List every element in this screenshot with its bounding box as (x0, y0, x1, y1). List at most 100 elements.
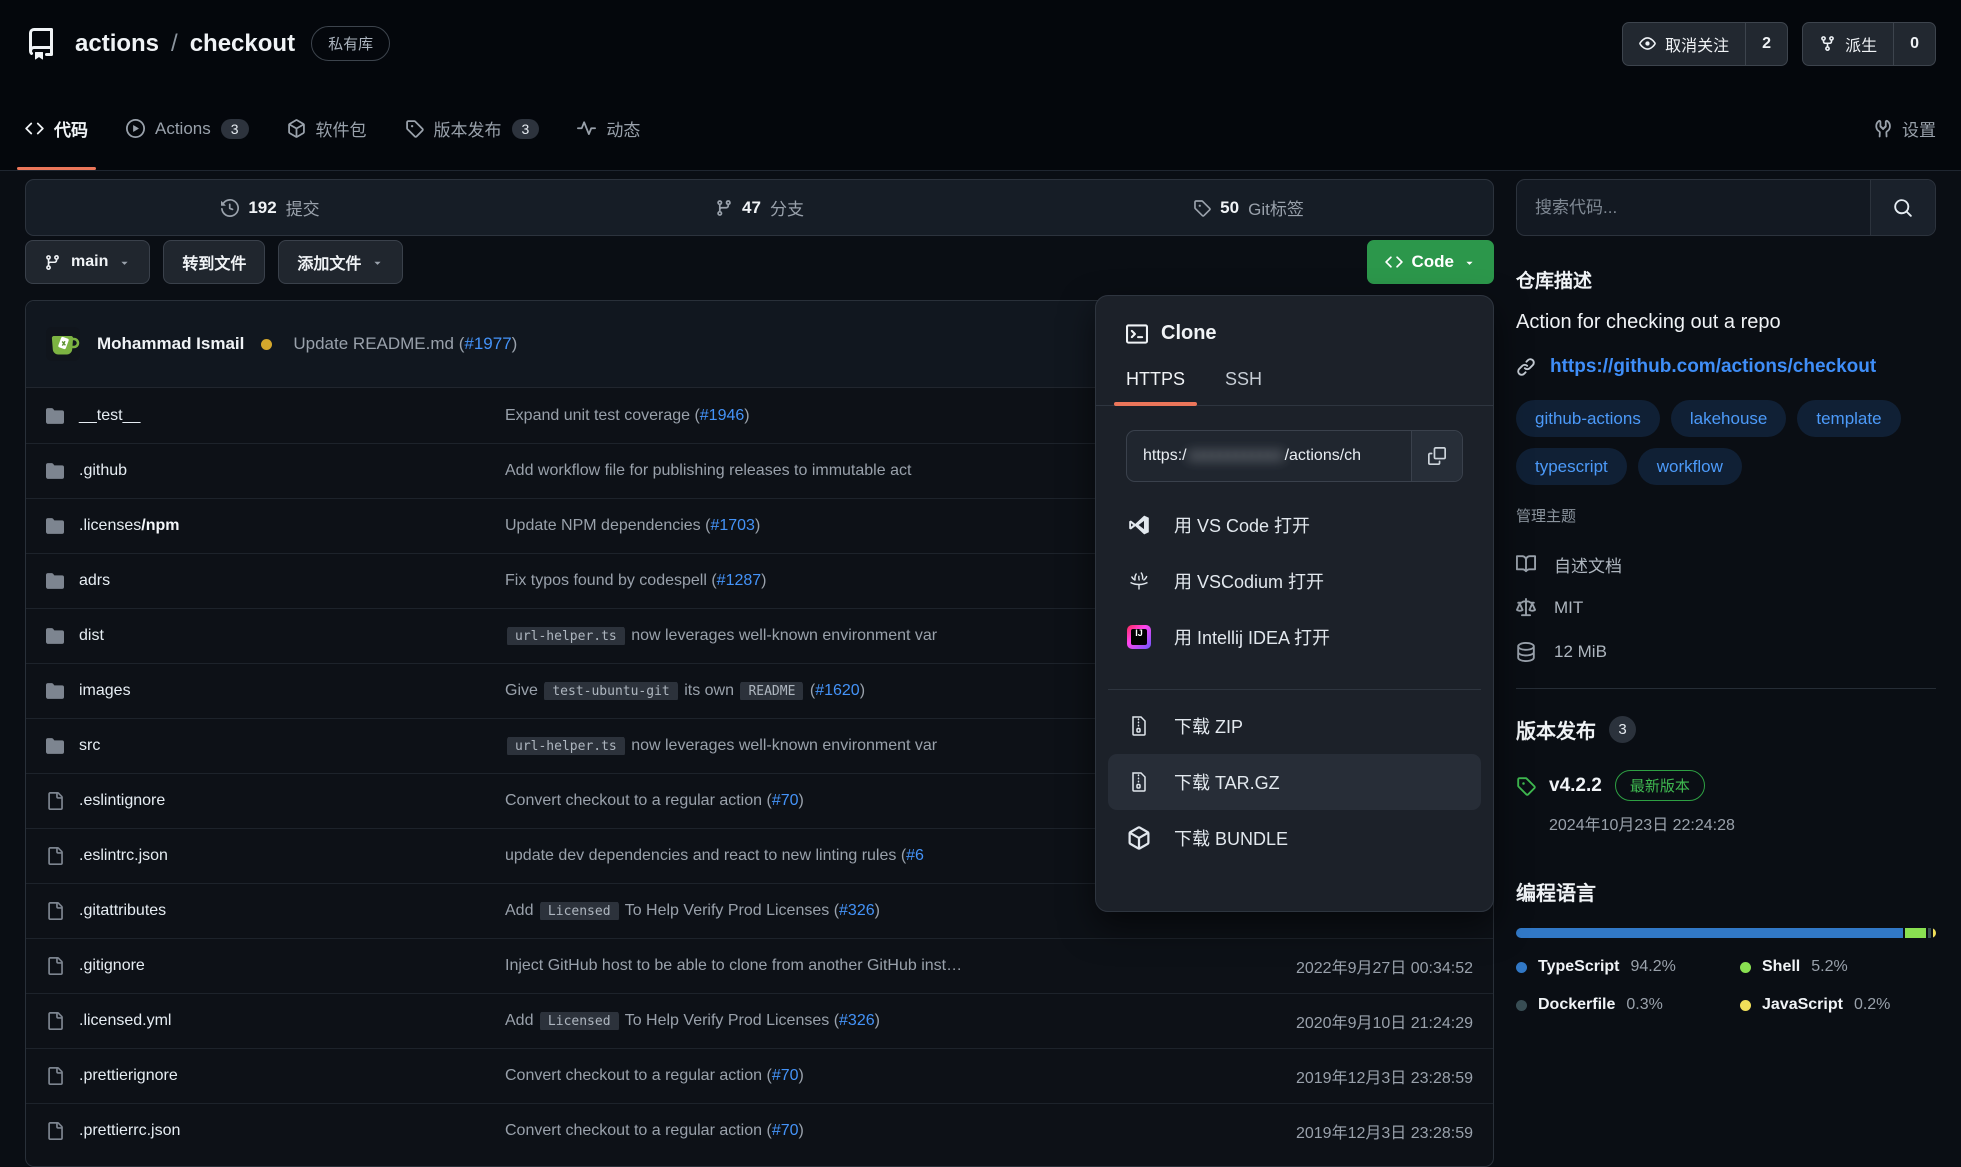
tab-settings[interactable]: 设置 (1873, 87, 1936, 170)
readme-label: 自述文档 (1554, 552, 1622, 577)
file-name-cell[interactable]: .licenses/npm (46, 517, 505, 535)
file-name-link[interactable]: .gitignore (79, 957, 145, 975)
tab-packages[interactable]: 软件包 (287, 87, 367, 170)
repo-name-link[interactable]: checkout (190, 30, 295, 58)
file-name-link[interactable]: adrs (79, 572, 110, 590)
topic-pill[interactable]: lakehouse (1671, 400, 1787, 437)
branches-stat[interactable]: 47 分支 (515, 195, 1004, 220)
zip-file-icon (1126, 769, 1152, 795)
file-name-link[interactable]: .licenses/npm (79, 517, 179, 535)
table-row: .prettierrc.json Convert checkout to a r… (26, 1103, 1493, 1158)
latest-release-badge: 最新版本 (1615, 770, 1705, 801)
topic-pill[interactable]: template (1797, 400, 1900, 437)
open-vscode-item[interactable]: 用 VS Code 打开 (1108, 497, 1481, 553)
file-name-cell[interactable]: images (46, 682, 505, 700)
file-name-cell[interactable]: dist (46, 627, 505, 645)
search-input[interactable] (1517, 180, 1870, 235)
release-version-link[interactable]: v4.2.2 (1549, 775, 1602, 797)
language-name: TypeScript (1538, 958, 1620, 976)
folder-icon (46, 737, 64, 755)
topic-pill[interactable]: github-actions (1516, 400, 1660, 437)
file-name-link[interactable]: .eslintignore (79, 792, 165, 810)
commit-message-link[interactable]: Inject GitHub host to be able to clone f… (505, 957, 1280, 975)
search-button[interactable] (1870, 180, 1935, 235)
goto-file-button[interactable]: 转到文件 (163, 240, 265, 284)
file-name-cell[interactable]: .licensed.yml (46, 1012, 505, 1030)
topic-pill[interactable]: typescript (1516, 448, 1627, 485)
manage-topics-link[interactable]: 管理主题 (1516, 505, 1936, 526)
branch-selector[interactable]: main (25, 240, 150, 284)
file-name-link[interactable]: .licensed.yml (79, 1012, 171, 1030)
download-targz-item[interactable]: 下载 TAR.GZ (1108, 754, 1481, 810)
file-name-cell[interactable]: .prettierrc.json (46, 1122, 505, 1140)
tab-actions[interactable]: Actions 3 (126, 87, 249, 170)
commit-pr-link[interactable]: #1977 (464, 334, 511, 353)
repo-website-link[interactable]: https://github.com/actions/checkout (1550, 356, 1876, 378)
file-name-link[interactable]: .eslintrc.json (79, 847, 168, 865)
repo-owner-link[interactable]: actions (75, 30, 159, 58)
topic-pill[interactable]: workflow (1638, 448, 1742, 485)
file-name-cell[interactable]: .eslintignore (46, 792, 505, 810)
file-name-cell[interactable]: src (46, 737, 505, 755)
file-icon (46, 1122, 64, 1140)
clone-url-input[interactable]: https:/xxxxxxxxxxxx/actions/ch (1127, 431, 1411, 481)
open-vscodium-item[interactable]: 用 VSCodium 打开 (1108, 553, 1481, 609)
file-icon (46, 957, 64, 975)
topics-list: github-actions lakehouse template typesc… (1516, 400, 1936, 485)
license-link[interactable]: MIT (1516, 586, 1936, 630)
commits-stat[interactable]: 192 提交 (26, 195, 515, 220)
tab-activity[interactable]: 动态 (577, 87, 640, 170)
repo-meta-list: 自述文档 MIT 12 MiB (1516, 542, 1936, 674)
commit-status-dot[interactable] (261, 339, 272, 350)
file-name-cell[interactable]: adrs (46, 572, 505, 590)
unwatch-label-segment[interactable]: 取消关注 (1623, 23, 1745, 65)
watchers-count[interactable]: 2 (1745, 23, 1787, 65)
fork-button[interactable]: 派生 0 (1802, 22, 1936, 66)
file-name-link[interactable]: __test__ (79, 407, 140, 425)
download-bundle-item[interactable]: 下载 BUNDLE (1108, 810, 1481, 866)
chevron-down-icon (371, 256, 384, 269)
tab-https[interactable]: HTTPS (1126, 369, 1185, 405)
code-download-button[interactable]: Code (1367, 240, 1495, 284)
commit-author[interactable]: Mohammad Ismail (97, 334, 244, 354)
file-name-cell[interactable]: __test__ (46, 407, 505, 425)
file-name-cell[interactable]: .prettierignore (46, 1067, 505, 1085)
file-name-link[interactable]: .prettierignore (79, 1067, 178, 1085)
file-name-link[interactable]: dist (79, 627, 104, 645)
copy-url-button[interactable] (1411, 431, 1462, 481)
file-name-cell[interactable]: .eslintrc.json (46, 847, 505, 865)
file-name-link[interactable]: .github (79, 462, 127, 480)
language-percent: 0.2% (1854, 996, 1890, 1014)
file-name-link[interactable]: images (79, 682, 131, 700)
clone-header: Clone (1096, 296, 1493, 345)
file-name-link[interactable]: src (79, 737, 100, 755)
commits-count: 192 (248, 198, 276, 218)
description-heading: 仓库描述 (1516, 266, 1936, 293)
file-name-link[interactable]: .prettierrc.json (79, 1122, 180, 1140)
add-file-button[interactable]: 添加文件 (278, 240, 403, 284)
readme-link[interactable]: 自述文档 (1516, 542, 1936, 586)
tab-packages-label: 软件包 (316, 116, 367, 141)
tab-code[interactable]: 代码 (25, 87, 88, 170)
file-name-cell[interactable]: .github (46, 462, 505, 480)
file-icon (46, 792, 64, 810)
file-name-link[interactable]: .gitattributes (79, 902, 166, 920)
commit-message-link[interactable]: Convert checkout to a regular action (#7… (505, 1122, 1280, 1140)
history-icon (221, 199, 239, 217)
avatar[interactable] (46, 327, 80, 361)
tab-actions-label: Actions (155, 119, 211, 139)
unwatch-button[interactable]: 取消关注 2 (1622, 22, 1788, 66)
forks-count[interactable]: 0 (1893, 23, 1935, 65)
tab-releases[interactable]: 版本发布 3 (405, 87, 540, 170)
commit-message-link[interactable]: Add Licensed To Help Verify Prod License… (505, 1012, 1280, 1030)
code-icon (25, 119, 44, 138)
file-name-cell[interactable]: .gitignore (46, 957, 505, 975)
tab-ssh[interactable]: SSH (1225, 369, 1262, 405)
file-name-cell[interactable]: .gitattributes (46, 902, 505, 920)
tags-stat[interactable]: 50 Git标签 (1004, 195, 1493, 220)
commit-message-link[interactable]: Convert checkout to a regular action (#7… (505, 1067, 1280, 1085)
fork-label-segment[interactable]: 派生 (1803, 23, 1893, 65)
download-zip-item[interactable]: 下载 ZIP (1108, 698, 1481, 754)
open-intellij-item[interactable]: IJ 用 Intellij IDEA 打开 (1108, 609, 1481, 665)
commit-message[interactable]: Update README.md (#1977) (293, 334, 517, 354)
